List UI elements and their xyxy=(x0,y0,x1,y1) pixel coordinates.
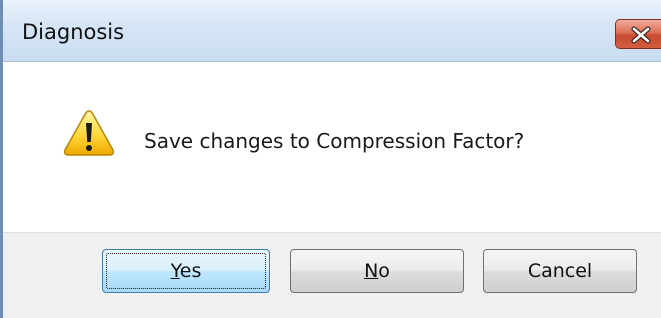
cancel-button-label: Cancel xyxy=(527,260,593,282)
message-text: Save changes to Compression Factor? xyxy=(144,129,525,153)
message-area: Save changes to Compression Factor? xyxy=(3,62,661,232)
close-icon xyxy=(631,26,651,44)
no-label-rest: o xyxy=(378,260,390,282)
yes-accelerator: Y xyxy=(170,260,180,282)
close-button[interactable] xyxy=(615,19,661,49)
dialog-window: Diagnosis Save changes to Compression Fa… xyxy=(0,0,661,318)
cancel-button[interactable]: Cancel xyxy=(483,249,637,293)
yes-button[interactable]: Yes xyxy=(102,249,270,293)
yes-button-label: Yes xyxy=(171,260,202,282)
no-button[interactable]: No xyxy=(290,249,464,293)
no-button-label: No xyxy=(364,260,390,282)
warning-icon xyxy=(63,110,115,156)
button-bar: Yes No Cancel xyxy=(3,232,661,318)
no-accelerator: N xyxy=(364,260,379,282)
title-bar[interactable]: Diagnosis xyxy=(3,0,661,62)
window-title: Diagnosis xyxy=(22,20,125,44)
yes-label-rest: es xyxy=(179,260,202,282)
